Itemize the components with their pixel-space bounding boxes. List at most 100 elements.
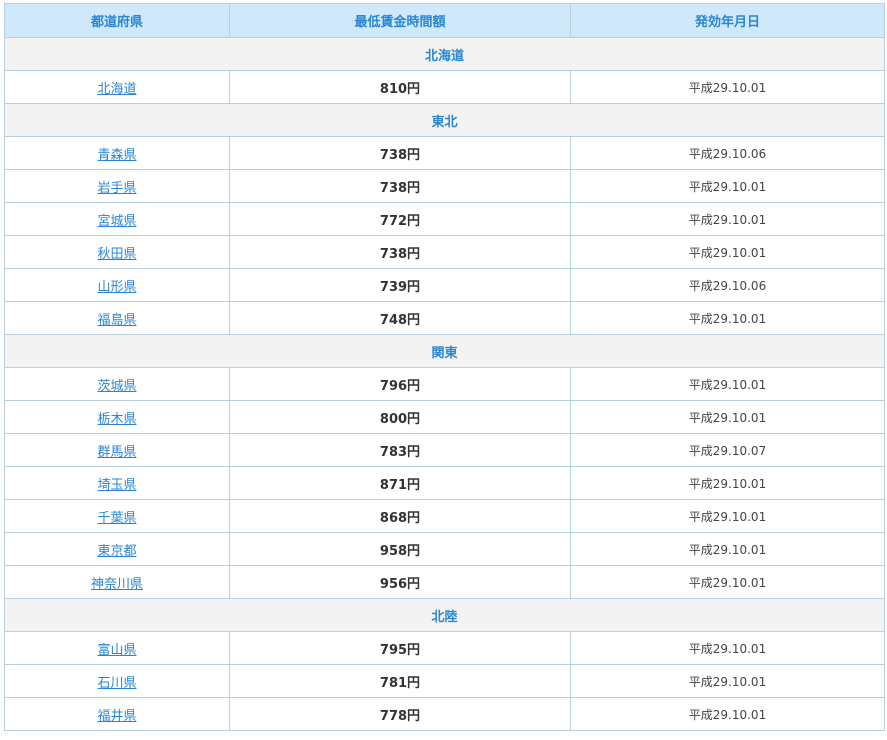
region-row: 東北	[4, 103, 885, 137]
minimum-wage-value: 956円	[229, 565, 571, 599]
prefecture-link[interactable]: 石川県	[97, 676, 136, 691]
prefecture-cell: 秋田県	[4, 235, 230, 269]
region-label: 東北	[4, 103, 885, 137]
table-row: 秋田県 738円 平成29.10.01	[4, 235, 885, 269]
minimum-wage-value: 772円	[229, 202, 571, 236]
prefecture-cell: 岩手県	[4, 169, 230, 203]
minimum-wage-value: 871円	[229, 466, 571, 500]
region-row: 北陸	[4, 598, 885, 632]
table-row: 埼玉県 871円 平成29.10.01	[4, 466, 885, 500]
prefecture-link[interactable]: 富山県	[97, 643, 136, 658]
prefecture-cell: 福島県	[4, 301, 230, 335]
minimum-wage-value: 778円	[229, 697, 571, 731]
prefecture-link[interactable]: 宮城県	[97, 214, 136, 229]
prefecture-cell: 栃木県	[4, 400, 230, 434]
effective-date-value: 平成29.10.01	[570, 400, 885, 434]
prefecture-link[interactable]: 山形県	[97, 280, 136, 295]
minimum-wage-value: 748円	[229, 301, 571, 335]
effective-date-value: 平成29.10.01	[570, 631, 885, 665]
minimum-wage-value: 738円	[229, 235, 571, 269]
prefecture-link[interactable]: 神奈川県	[91, 577, 143, 592]
prefecture-link[interactable]: 福井県	[97, 709, 136, 724]
region-label: 関東	[4, 334, 885, 368]
minimum-wage-value: 738円	[229, 169, 571, 203]
region-row: 関東	[4, 334, 885, 368]
table-row: 群馬県 783円 平成29.10.07	[4, 433, 885, 467]
table-row: 福島県 748円 平成29.10.01	[4, 301, 885, 335]
table-row: 石川県 781円 平成29.10.01	[4, 664, 885, 698]
effective-date-value: 平成29.10.07	[570, 433, 885, 467]
effective-date-value: 平成29.10.01	[570, 367, 885, 401]
prefecture-cell: 福井県	[4, 697, 230, 731]
header-minimum-wage: 最低賃金時間額	[229, 3, 571, 38]
prefecture-cell: 青森県	[4, 136, 230, 170]
minimum-wage-value: 795円	[229, 631, 571, 665]
region-row: 北海道	[4, 37, 885, 71]
prefecture-link[interactable]: 千葉県	[97, 511, 136, 526]
effective-date-value: 平成29.10.01	[570, 466, 885, 500]
prefecture-cell: 東京都	[4, 532, 230, 566]
prefecture-link[interactable]: 福島県	[97, 313, 136, 328]
table-row: 岩手県 738円 平成29.10.01	[4, 169, 885, 203]
prefecture-link[interactable]: 茨城県	[97, 379, 136, 394]
table-row: 富山県 795円 平成29.10.01	[4, 631, 885, 665]
effective-date-value: 平成29.10.06	[570, 268, 885, 302]
region-label: 北陸	[4, 598, 885, 632]
prefecture-link[interactable]: 青森県	[97, 148, 136, 163]
prefecture-cell: 神奈川県	[4, 565, 230, 599]
prefecture-link[interactable]: 岩手県	[97, 181, 136, 196]
table-row: 東京都 958円 平成29.10.01	[4, 532, 885, 566]
header-prefecture: 都道府県	[4, 3, 230, 38]
prefecture-cell: 千葉県	[4, 499, 230, 533]
effective-date-value: 平成29.10.01	[570, 499, 885, 533]
table-row: 神奈川県 956円 平成29.10.01	[4, 565, 885, 599]
table-body: 北海道 北海道 810円 平成29.10.01 東北 青森県 738円 平成29.10.06 岩…	[4, 37, 885, 731]
prefecture-cell: 群馬県	[4, 433, 230, 467]
minimum-wage-value: 738円	[229, 136, 571, 170]
minimum-wage-table: 都道府県 最低賃金時間額 発効年月日 北海道 北海道 810円 平成29.10.01 東…	[4, 3, 885, 731]
effective-date-value: 平成29.10.01	[570, 532, 885, 566]
prefecture-cell: 北海道	[4, 70, 230, 104]
table-header: 都道府県 最低賃金時間額 発効年月日	[4, 3, 885, 38]
prefecture-link[interactable]: 秋田県	[97, 247, 136, 262]
prefecture-link[interactable]: 東京都	[97, 544, 136, 559]
prefecture-link[interactable]: 北海道	[97, 82, 136, 97]
table-row: 青森県 738円 平成29.10.06	[4, 136, 885, 170]
prefecture-link[interactable]: 群馬県	[97, 445, 136, 460]
prefecture-link[interactable]: 栃木県	[97, 412, 136, 427]
effective-date-value: 平成29.10.01	[570, 664, 885, 698]
prefecture-cell: 石川県	[4, 664, 230, 698]
prefecture-cell: 埼玉県	[4, 466, 230, 500]
effective-date-value: 平成29.10.01	[570, 565, 885, 599]
header-row: 都道府県 最低賃金時間額 発効年月日	[4, 3, 885, 38]
table-row: 栃木県 800円 平成29.10.01	[4, 400, 885, 434]
minimum-wage-value: 958円	[229, 532, 571, 566]
table-row: 山形県 739円 平成29.10.06	[4, 268, 885, 302]
table-row: 宮城県 772円 平成29.10.01	[4, 202, 885, 236]
minimum-wage-value: 796円	[229, 367, 571, 401]
effective-date-value: 平成29.10.01	[570, 301, 885, 335]
table-row: 北海道 810円 平成29.10.01	[4, 70, 885, 104]
region-label: 北海道	[4, 37, 885, 71]
prefecture-cell: 山形県	[4, 268, 230, 302]
minimum-wage-value: 800円	[229, 400, 571, 434]
effective-date-value: 平成29.10.01	[570, 235, 885, 269]
effective-date-value: 平成29.10.06	[570, 136, 885, 170]
minimum-wage-value: 783円	[229, 433, 571, 467]
effective-date-value: 平成29.10.01	[570, 697, 885, 731]
prefecture-cell: 富山県	[4, 631, 230, 665]
minimum-wage-value: 781円	[229, 664, 571, 698]
prefecture-cell: 宮城県	[4, 202, 230, 236]
prefecture-link[interactable]: 埼玉県	[97, 478, 136, 493]
header-effective-date: 発効年月日	[570, 3, 885, 38]
effective-date-value: 平成29.10.01	[570, 70, 885, 104]
prefecture-cell: 茨城県	[4, 367, 230, 401]
table-row: 茨城県 796円 平成29.10.01	[4, 367, 885, 401]
minimum-wage-value: 810円	[229, 70, 571, 104]
effective-date-value: 平成29.10.01	[570, 202, 885, 236]
table-row: 福井県 778円 平成29.10.01	[4, 697, 885, 731]
minimum-wage-value: 739円	[229, 268, 571, 302]
minimum-wage-value: 868円	[229, 499, 571, 533]
effective-date-value: 平成29.10.01	[570, 169, 885, 203]
table-row: 千葉県 868円 平成29.10.01	[4, 499, 885, 533]
